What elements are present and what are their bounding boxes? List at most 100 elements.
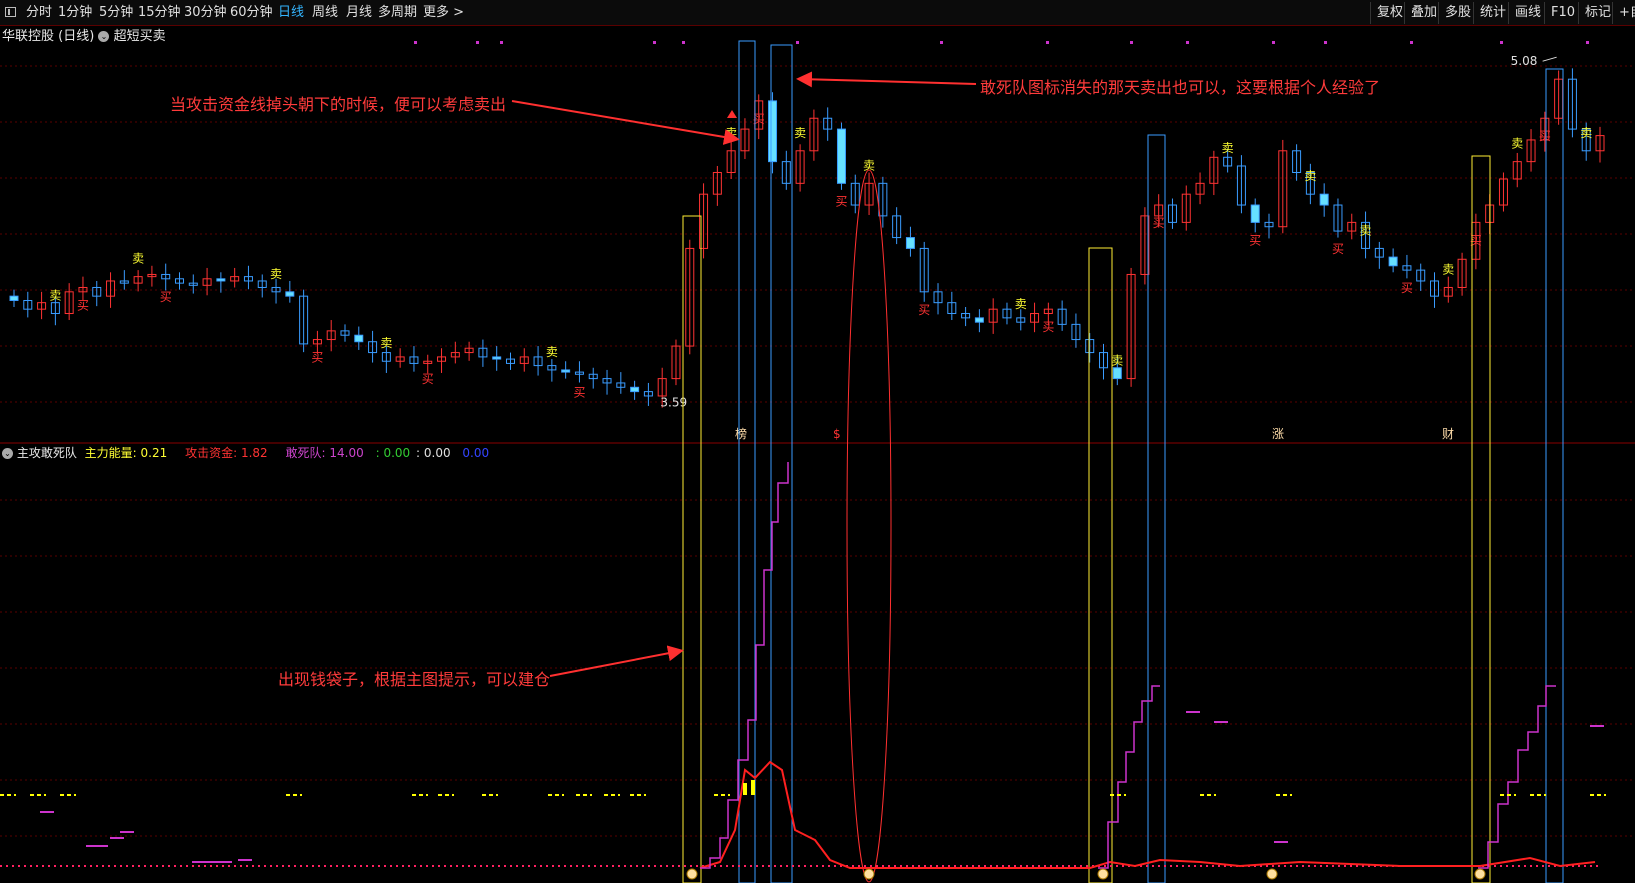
buy-signal-3: 买 [422,372,434,386]
candle-body-70 [974,317,984,323]
sell-signal-15: 卖 [1580,126,1592,140]
money-bag-icon-2 [1097,868,1109,880]
signal-window-3 [1088,247,1113,883]
event-marker-2: 涨 [1272,426,1284,441]
sell-signal-0: 卖 [49,289,61,303]
sell-signal-4: 卖 [546,345,558,359]
candle-body-0 [9,295,19,301]
top-dot-12 [1410,41,1413,44]
candle-body-90 [1250,204,1260,223]
sell-signal-3: 卖 [380,336,392,350]
candle-body-95 [1319,193,1329,206]
buy-signal-11: 买 [1332,242,1344,256]
candle-body-20 [285,291,295,297]
top-dot-4 [682,41,685,44]
buy-signal-2: 买 [311,351,323,365]
val3: 0.00 [462,446,490,460]
candle-body-25 [354,334,364,343]
sell-signal-10: 卖 [1222,141,1234,155]
event-marker-3: 财 [1442,427,1454,441]
top-dot-11 [1324,41,1327,44]
buy-signal-1: 买 [160,290,172,304]
candle-body-100 [1388,256,1398,267]
top-dot-1 [476,41,479,44]
sell-signal-1: 卖 [132,252,144,266]
val2-label: : [416,446,421,460]
dare-label: 敢死队: [285,446,326,460]
buy-signal-8: 买 [1042,320,1054,334]
money-bag-icon-1 [863,868,875,880]
buy-signal-7: 买 [918,303,930,317]
candle-body-35 [492,356,502,360]
buy-signal-6: 买 [835,194,847,208]
top-dot-9 [1186,41,1189,44]
candle-body-55 [768,100,778,163]
arrow-money-bag [549,645,684,677]
money-bag-icon-4 [1474,868,1486,880]
indicator-menu-icon[interactable]: ⌄ [2,448,13,459]
annotation-dare-icon: 敢死队图标消失的那天卖出也可以，这要根据个人经验了 [980,78,1381,97]
candle-body-65 [905,237,915,249]
signal-window-5 [1471,155,1491,883]
top-dot-8 [1130,41,1133,44]
candle-body-80 [1112,367,1122,380]
price-high-pointer [1542,56,1557,62]
main-energy-value: 0.21 [140,446,168,460]
signal-window-2 [770,44,793,883]
top-dot-13 [1500,41,1503,44]
indicator-title[interactable]: 主攻敢死队 [17,446,77,460]
main-energy-label: 主力能量: [84,446,137,460]
indicator-header: ⌄ 主攻敢死队 主力能量: 0.21 攻击资金: 1.82 敢死队: 14.00… [2,444,489,461]
arrow-dare-icon [796,71,977,88]
dare-stairs-1 [700,462,789,869]
top-dot-2 [500,41,503,44]
top-dot-0 [414,41,417,44]
signal-window-6 [1545,68,1564,883]
sell-signal-9: 卖 [1111,354,1123,368]
top-dot-14 [1586,41,1589,44]
energy-bar-1 [751,780,755,795]
candle-body-60 [836,128,846,184]
sell-signal-13: 卖 [1442,262,1454,276]
top-dot-6 [940,41,943,44]
event-marker-0: 榜 [735,426,747,441]
dare-value: 14.00 [329,446,364,460]
buy-signal-0: 买 [77,298,89,312]
candle-body-45 [630,386,640,393]
sell-signal-6: 卖 [794,126,806,140]
sell-signal-2: 卖 [270,267,282,281]
annotation-attack-line: 当攻击资金线掉头朝下的时候，便可以考虑卖出 [170,95,507,114]
buy-signal-14: 买 [1539,129,1551,143]
money-bag-icon-0 [686,868,698,880]
highlight-ellipse [846,169,892,883]
price-high-label: 5.08 [1511,54,1538,68]
val1: 0.00 [383,446,411,460]
annotation-money-bag: 出现钱袋子，根据主图提示，可以建仓 [278,670,551,689]
attack-fund-label: 攻击资金: [185,446,238,460]
val2: 0.00 [423,446,451,460]
top-dot-5 [796,41,799,44]
sell-signal-11: 卖 [1304,169,1316,183]
signal-window-4 [1147,134,1166,883]
top-dot-10 [1272,41,1275,44]
candle-body-15 [216,278,226,282]
buy-signal-10: 买 [1249,233,1261,247]
up-triangle-marker [727,110,737,118]
buy-signal-12: 买 [1401,281,1413,295]
buy-signal-9: 买 [1153,216,1165,230]
dare-stairs-2 [1098,685,1160,869]
top-dot-3 [653,41,656,44]
attack-fund-value: 1.82 [240,446,268,460]
arrow-attack-line [511,100,740,145]
money-bag-icon-3 [1266,868,1278,880]
candle-body-40 [561,369,571,373]
sell-signal-12: 卖 [1360,223,1372,237]
val1-label: : [375,446,380,460]
sell-signal-14: 卖 [1511,137,1523,151]
event-marker-1: $ [833,427,841,441]
buy-signal-4: 买 [573,385,585,399]
sell-signal-8: 卖 [1015,297,1027,311]
top-dot-7 [1046,41,1049,44]
signal-window-1 [738,40,756,883]
kline-chart[interactable]: 卖卖卖卖卖卖 卖卖卖卖卖卖卖卖卖卖买买买买买买买买买买买买买买买5.083.59榜… [0,0,1635,883]
